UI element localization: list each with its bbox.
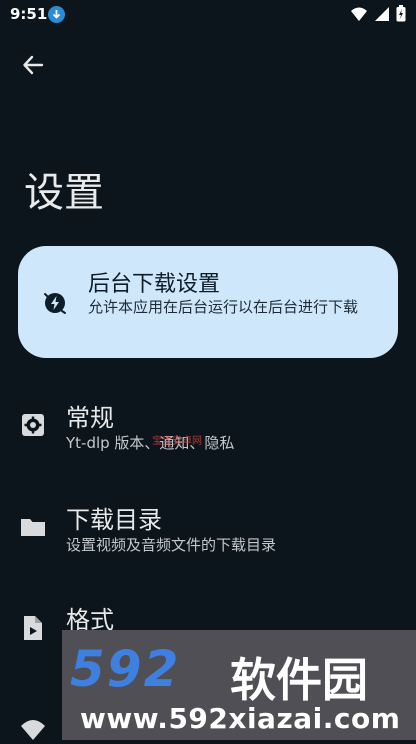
settings-item-download-directory[interactable]: 下载目录 设置视频及音频文件的下载目录 [0, 492, 416, 572]
wifi-icon [351, 7, 367, 21]
bolt-icon [42, 290, 68, 320]
download-icon [48, 6, 65, 23]
background-card-title: 后台下载设置 [88, 272, 221, 297]
file-video-icon [20, 614, 46, 640]
back-button[interactable] [18, 50, 48, 80]
background-card-description: 允许本应用在后台运行以在后台进行下载 [88, 298, 359, 316]
gear-icon [20, 412, 46, 438]
status-time: 9:51 [10, 5, 48, 23]
status-icons [350, 5, 406, 22]
page-title: 设置 [24, 170, 104, 216]
status-bar: 9:51 [0, 0, 416, 30]
background-download-card[interactable]: 后台下载设置 允许本应用在后台运行以在后台进行下载 [18, 246, 398, 358]
settings-item-title: 下载目录 [66, 506, 162, 534]
settings-item-description: Yt-dlp 版本、通知、隐私 [66, 434, 235, 452]
watermark-logo-text: 软件园 [230, 653, 368, 707]
settings-item-title: 常规 [66, 404, 114, 432]
watermark-logo-number: 592 [70, 640, 181, 698]
folder-icon [20, 514, 46, 540]
watermark-small-text: 宝宝安卓网 [152, 436, 202, 447]
watermark-url: www.592xiazai.com [80, 702, 401, 735]
signal-icon [375, 6, 389, 21]
watermark-banner: 592 软件园 www.592xiazai.com [62, 630, 416, 740]
settings-item-description: 设置视频及音频文件的下载目录 [66, 536, 277, 554]
back-arrow-icon [23, 55, 44, 75]
settings-item-general[interactable]: 常规 Yt-dlp 版本、通知、隐私 [0, 388, 416, 468]
battery-icon [396, 5, 406, 22]
